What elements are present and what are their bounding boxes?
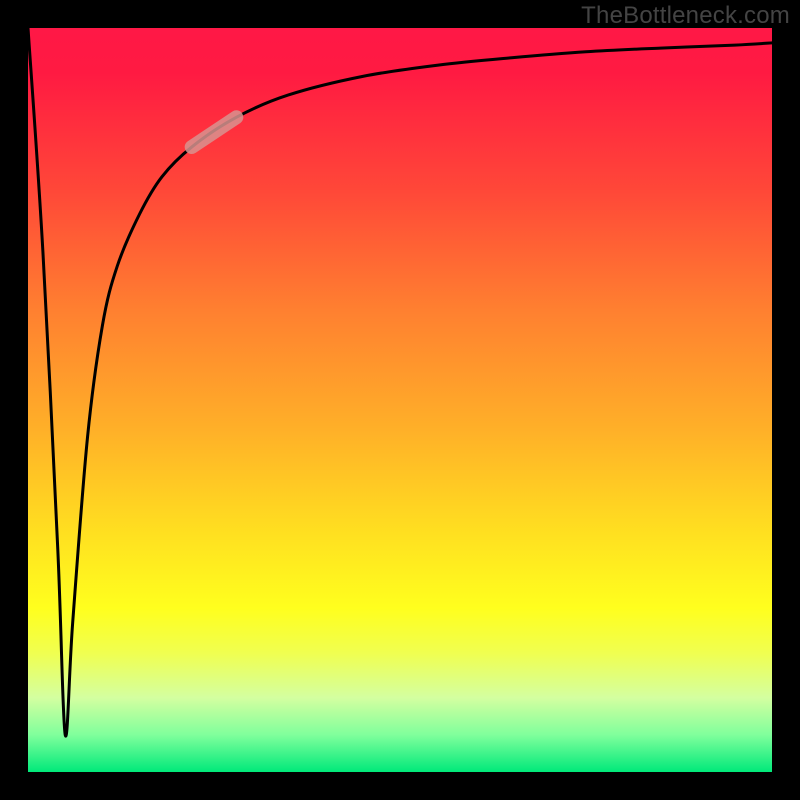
curve-highlight-segment — [192, 117, 237, 147]
watermark-text: TheBottleneck.com — [581, 2, 790, 30]
chart-canvas — [28, 28, 772, 772]
bottleneck-curve — [28, 28, 772, 736]
